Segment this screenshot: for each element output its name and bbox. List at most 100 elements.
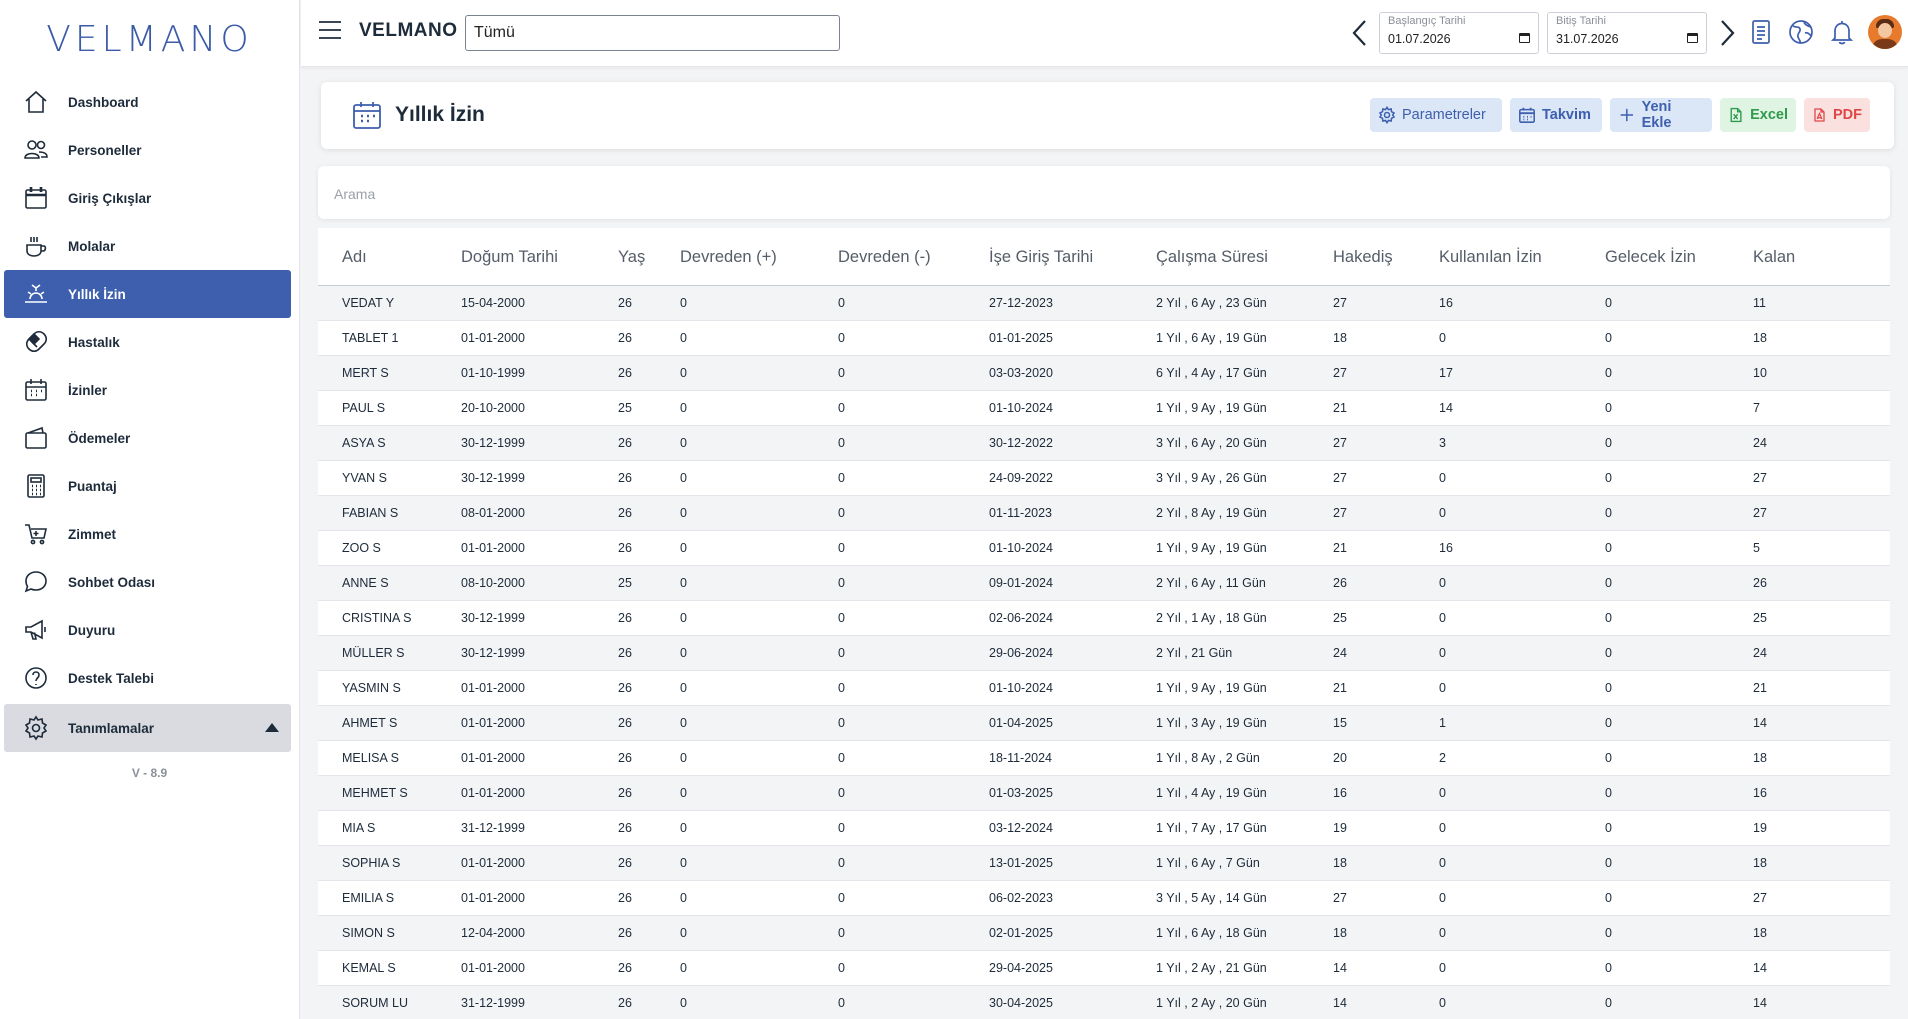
column-header[interactable]: Gelecek İzin [1605,228,1753,286]
table-row[interactable]: MERT S 01-10-1999 26 0 0 03-03-2020 6 Yıl , 4 … [318,355,1890,391]
sidebar-item-yillik-izin[interactable]: Yıllık İzin [4,270,291,318]
table-row[interactable]: MIA S 31-12-1999 26 0 0 03-12-2024 1 Yıl , 7 A… [318,810,1890,846]
page-header: Yıllık İzin Parametreler Takvim Yeni Ekl… [321,82,1894,149]
start-date-field[interactable]: Başlangıç Tarihi 01.07.2026 [1379,12,1539,54]
search-input[interactable] [332,176,1876,211]
column-header[interactable]: Devreden (-) [838,228,989,286]
table-cell: 0 [1439,495,1605,531]
table-cell: 13-01-2025 [989,845,1156,881]
sidebar-item-odemeler[interactable]: Ödemeler [4,414,291,462]
sidebar-item-duyuru[interactable]: Duyuru [4,606,291,654]
company-filter-select[interactable]: Tümü [465,15,840,51]
sidebar-item-sohbet-odasi[interactable]: Sohbet Odası [4,558,291,606]
start-date-value[interactable]: 01.07.2026 [1388,32,1451,46]
document-icon[interactable] [1747,18,1775,46]
table-row[interactable]: SORUM LU 31-12-1999 26 0 0 30-04-2025 1 Yıl , … [318,985,1890,1019]
table-row[interactable]: SIMON S 12-04-2000 26 0 0 02-01-2025 1 Yıl , 6… [318,915,1890,951]
table-row[interactable]: ASYA S 30-12-1999 26 0 0 30-12-2022 3 Yıl , 6 … [318,425,1890,461]
table-cell: 01-01-2000 [461,530,618,566]
table-row[interactable]: YVAN S 30-12-1999 26 0 0 24-09-2022 3 Yıl , 9 … [318,460,1890,496]
table-cell: EMILIA S [318,880,461,916]
table-row[interactable]: VEDAT Y 15-04-2000 26 0 0 27-12-2023 2 Yıl , 6… [318,285,1890,321]
app-logo[interactable]: VELMANO [0,0,299,78]
sidebar-item-zimmet[interactable]: Zimmet [4,510,291,558]
sidebar-item-izinler[interactable]: İzinler [4,366,291,414]
column-header[interactable]: Kalan [1753,228,1890,286]
column-header[interactable]: Adı [318,228,461,286]
chevron-right-icon[interactable] [1715,18,1739,48]
table-body: VEDAT Y 15-04-2000 26 0 0 27-12-2023 2 Yıl , 6… [318,285,1890,1019]
table-cell: 01-01-2000 [461,705,618,741]
calendar-picker-icon[interactable] [1687,33,1698,43]
column-header[interactable]: Kullanılan İzin [1439,228,1605,286]
column-header[interactable]: Doğum Tarihi [461,228,618,286]
sidebar-item-hastalik[interactable]: Hastalık [4,318,291,366]
caret-up-icon[interactable] [265,723,279,732]
menu-icon[interactable] [319,21,341,39]
end-date-value[interactable]: 31.07.2026 [1556,32,1619,46]
excel-export-button[interactable]: Excel [1720,98,1796,132]
table-row[interactable]: SOPHIA S 01-01-2000 26 0 0 13-01-2025 1 Yıl , … [318,845,1890,881]
chevron-left-icon[interactable] [1348,18,1372,48]
column-header[interactable]: Çalışma Süresi [1156,228,1333,286]
table-cell: 0 [1605,285,1753,321]
table-row[interactable]: EMILIA S 01-01-2000 26 0 0 06-02-2023 3 Yıl , … [318,880,1890,916]
table-cell: 0 [1605,740,1753,776]
globe-icon[interactable] [1787,18,1815,46]
table-cell: 18 [1333,915,1439,951]
table-cell: SOPHIA S [318,845,461,881]
pdf-export-button[interactable]: PDF [1804,98,1870,132]
table-cell: 0 [838,355,989,391]
table-cell: 0 [680,355,838,391]
table-cell: 0 [680,425,838,461]
table-cell: 0 [680,915,838,951]
calendar-button[interactable]: Takvim [1510,98,1602,132]
sidebar-item-tanimlamalar[interactable]: Tanımlamalar [4,704,291,752]
table-cell: 2 Yıl , 1 Ay , 18 Gün [1156,600,1333,636]
end-date-field[interactable]: Bitiş Tarihi 31.07.2026 [1547,12,1707,54]
table-cell: 30-12-1999 [461,635,618,671]
calendar-picker-icon[interactable] [1519,33,1530,43]
table-cell: 15 [1333,705,1439,741]
table-cell: MIA S [318,810,461,846]
column-header[interactable]: İşe Giriş Tarihi [989,228,1156,286]
table-cell: 0 [1605,460,1753,496]
table-row[interactable]: PAUL S 20-10-2000 25 0 0 01-10-2024 1 Yıl , 9 … [318,390,1890,426]
table-cell: MELISA S [318,740,461,776]
table-row[interactable]: MÜLLER S 30-12-1999 26 0 0 29-06-2024 2 Yıl , … [318,635,1890,671]
table-row[interactable]: TABLET 1 01-01-2000 26 0 0 01-01-2025 1 Yıl , … [318,320,1890,356]
table-row[interactable]: MELISA S 01-01-2000 26 0 0 18-11-2024 1 Yıl , … [318,740,1890,776]
column-header[interactable]: Devreden (+) [680,228,838,286]
add-new-button[interactable]: Yeni Ekle [1610,98,1712,132]
table-row[interactable]: MEHMET S 01-01-2000 26 0 0 01-03-2025 1 Yıl , … [318,775,1890,811]
table-cell: 0 [1439,460,1605,496]
table-row[interactable]: YASMIN S 01-01-2000 26 0 0 01-10-2024 1 Yıl , … [318,670,1890,706]
table-row[interactable]: ANNE S 08-10-2000 25 0 0 09-01-2024 2 Yıl , 6 … [318,565,1890,601]
sidebar-item-destek-talebi[interactable]: Destek Talebi [4,654,291,702]
table-cell: 30-12-1999 [461,600,618,636]
sidebar-item-dashboard[interactable]: Dashboard [4,78,291,126]
sidebar-item-giris-cikislar[interactable]: Giriş Çıkışlar [4,174,291,222]
sidebar-item-molalar[interactable]: Molalar [4,222,291,270]
parameters-button[interactable]: Parametreler [1370,98,1502,132]
table-cell: 26 [618,880,680,916]
column-header[interactable]: Hakediş [1333,228,1439,286]
table-row[interactable]: AHMET S 01-01-2000 26 0 0 01-04-2025 1 Yıl , 3… [318,705,1890,741]
table-cell: YASMIN S [318,670,461,706]
table-cell: 20 [1333,740,1439,776]
table-cell: MEHMET S [318,775,461,811]
user-avatar[interactable] [1868,15,1902,49]
table-cell: 26 [618,985,680,1019]
bell-icon[interactable] [1828,18,1856,46]
table-row[interactable]: CRISTINA S 30-12-1999 26 0 0 02-06-2024 2 Yıl … [318,600,1890,636]
sidebar-item-personeller[interactable]: Personeller [4,126,291,174]
table-row[interactable]: KEMAL S 01-01-2000 26 0 0 29-04-2025 1 Yıl , 2… [318,950,1890,986]
table-row[interactable]: FABIAN S 08-01-2000 26 0 0 01-11-2023 2 Yıl , … [318,495,1890,531]
table-cell: 01-03-2025 [989,775,1156,811]
sidebar-item-puantaj[interactable]: Puantaj [4,462,291,510]
table-cell: 26 [618,460,680,496]
column-header[interactable]: Yaş [618,228,680,286]
table-cell: 0 [1439,985,1605,1019]
table-cell: VEDAT Y [318,285,461,321]
table-row[interactable]: ZOO S 01-01-2000 26 0 0 01-10-2024 1 Yıl , 9 A… [318,530,1890,566]
